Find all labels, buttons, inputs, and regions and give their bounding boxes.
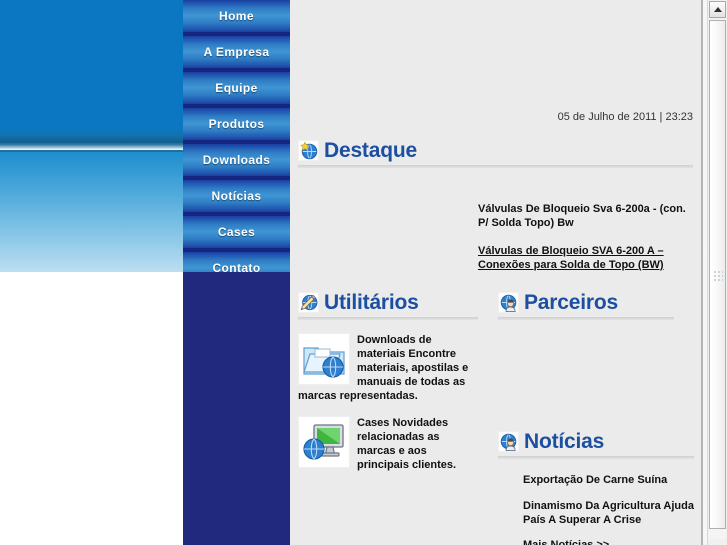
section-destaque: Destaque Válvulas De Bloqueio Sva 6-200a…: [298, 135, 693, 286]
content-panel: 05 de Julho de 2011 | 23:23 Destaque Vál…: [290, 0, 703, 545]
menu-column-filler: [183, 272, 290, 545]
section-title: Parceiros: [524, 291, 618, 314]
section-header: Notícias: [498, 426, 694, 452]
chevron-up-icon: [713, 7, 722, 12]
monitor-globe-icon: [298, 416, 350, 468]
section-parceiros: Parceiros: [498, 287, 674, 320]
left-background-band: [0, 128, 184, 150]
menu-item-label: Cases: [217, 225, 256, 239]
menu-item-home[interactable]: Home: [183, 0, 290, 32]
left-background-hairline: [0, 150, 184, 152]
menu-item-label: Produtos: [208, 117, 265, 131]
news-item[interactable]: Dinamismo Da Agricultura Ajuda País A Su…: [523, 499, 694, 527]
menu-item-produtos[interactable]: Produtos: [183, 108, 290, 140]
globe-star-icon: [298, 140, 319, 161]
menu-item-equipe[interactable]: Equipe: [183, 72, 290, 104]
menu-item-cases[interactable]: Cases: [183, 216, 290, 248]
globe-person-icon: [498, 292, 519, 313]
menu-item-label: A Empresa: [203, 45, 270, 59]
folder-globe-icon: [298, 333, 350, 385]
destaque-item: Válvulas De Bloqueio Sva 6-200a - (con. …: [478, 203, 686, 229]
section-divider: [498, 317, 674, 320]
section-title: Utilitários: [324, 291, 419, 314]
destaque-list: Válvulas De Bloqueio Sva 6-200a - (con. …: [478, 202, 693, 272]
menu-item-downloads[interactable]: Downloads: [183, 144, 290, 176]
left-background: [0, 0, 184, 545]
scrollbar-grip-icon: [714, 271, 723, 283]
section-header: Utilitários: [298, 287, 478, 313]
section-header: Destaque: [298, 135, 693, 161]
section-title: Notícias: [524, 430, 605, 453]
utilitarios-entry-title: Cases: [357, 417, 390, 429]
section-title: Destaque: [324, 139, 417, 162]
vertical-scrollbar[interactable]: [707, 0, 727, 545]
globe-person-icon: [498, 431, 519, 452]
utilitarios-entry-downloads[interactable]: Downloads de materiais Encontre materiai…: [298, 333, 478, 403]
scroll-up-button[interactable]: [709, 1, 726, 18]
current-date: 05 de Julho de 2011 | 23:23: [557, 111, 693, 123]
globe-pen-icon: [298, 292, 319, 313]
main-navigation: Home A Empresa Equipe Produtos Downloads…: [183, 0, 290, 284]
section-divider: [298, 317, 478, 320]
page-root: Home A Empresa Equipe Produtos Downloads…: [0, 0, 727, 545]
menu-item-label: Notícias: [211, 189, 262, 203]
scrollbar-thumb[interactable]: [709, 20, 726, 529]
section-divider: [298, 165, 693, 168]
destaque-item-link[interactable]: Válvulas de Bloqueio SVA 6-200 A – Conex…: [478, 244, 693, 272]
section-utilitarios: Utilitários Downloads de materiais Encon…: [298, 287, 478, 472]
menu-item-label: Equipe: [215, 81, 258, 95]
news-list: Exportação De Carne Suína Dinamismo Da A…: [498, 473, 694, 545]
section-header: Parceiros: [498, 287, 674, 313]
left-background-solid: [0, 0, 184, 143]
news-item[interactable]: Exportação De Carne Suína: [523, 473, 694, 487]
menu-item-a-empresa[interactable]: A Empresa: [183, 36, 290, 68]
utilitarios-entry-cases[interactable]: Cases Novidades relacionadas as marcas e…: [298, 416, 478, 472]
section-divider: [498, 456, 694, 459]
left-background-lower: [0, 272, 184, 545]
menu-item-label: Downloads: [202, 153, 271, 167]
news-more-link[interactable]: Mais Notícias >>: [523, 539, 694, 545]
menu-item-label: Home: [219, 9, 254, 23]
section-noticias: Notícias Exportação De Carne Suína Dinam…: [498, 426, 694, 545]
menu-item-noticias[interactable]: Notícias: [183, 180, 290, 212]
